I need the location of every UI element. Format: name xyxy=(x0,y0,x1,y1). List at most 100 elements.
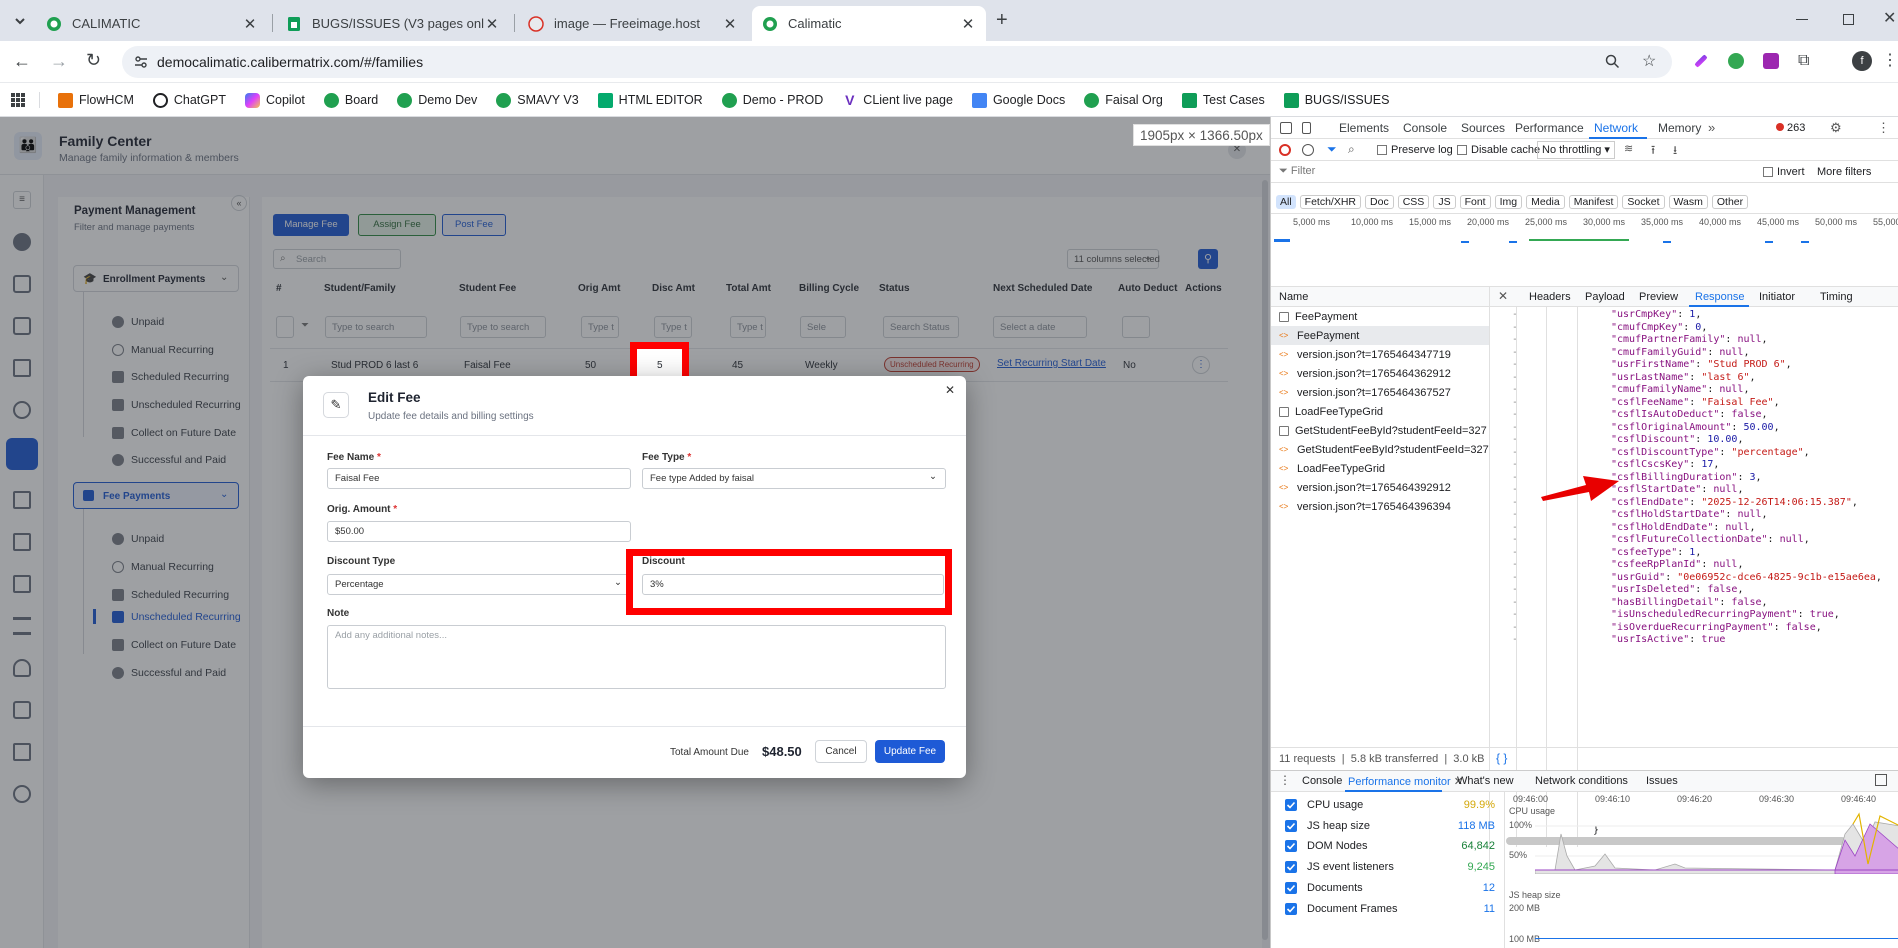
close-modal-icon[interactable]: ✕ xyxy=(945,383,955,397)
bookmark-client-live[interactable]: V CLient live page xyxy=(842,92,953,108)
bookmark-smavy[interactable]: SMAVY V3 xyxy=(496,92,579,108)
drawer-tab-issues[interactable]: Issues xyxy=(1646,775,1678,787)
upload-icon[interactable]: ⭱ xyxy=(1651,141,1655,162)
type-filter-all[interactable]: All xyxy=(1276,195,1296,209)
detail-tab-payload[interactable]: Payload xyxy=(1585,291,1625,303)
drawer-tab-performance-monitor[interactable]: Performance monitor ✕ xyxy=(1348,775,1463,788)
request-row[interactable]: <> version.json?t=1765464362912 xyxy=(1271,364,1489,383)
bookmark-faisal-org[interactable]: Faisal Org xyxy=(1084,92,1163,108)
type-filter-wasm[interactable]: Wasm xyxy=(1668,195,1708,209)
metric-checkbox[interactable] xyxy=(1285,819,1297,832)
new-tab-button[interactable]: + xyxy=(996,9,1008,32)
drawer-tab-network-conditions[interactable]: Network conditions xyxy=(1535,775,1628,787)
dt-tab-performance[interactable]: Performance xyxy=(1515,121,1584,135)
metric-checkbox[interactable] xyxy=(1285,902,1297,915)
preserve-log-checkbox[interactable]: Preserve log xyxy=(1377,144,1453,156)
browser-tab-freeimage[interactable]: image — Freeimage.host ✕ xyxy=(518,6,748,41)
bookmark-copilot[interactable]: Copilot xyxy=(244,92,305,108)
bookmark-html-editor[interactable]: HTML EDITOR xyxy=(597,92,703,108)
dt-tab-console[interactable]: Console xyxy=(1403,121,1447,135)
record-icon[interactable] xyxy=(1279,144,1291,156)
type-filter-socket[interactable]: Socket xyxy=(1622,195,1665,209)
close-window-button[interactable]: ✕ xyxy=(1883,8,1896,28)
bookmark-demo-prod[interactable]: Demo - PROD xyxy=(721,92,823,108)
close-details-icon[interactable]: ✕ xyxy=(1498,289,1508,303)
error-count[interactable]: 263 xyxy=(1776,122,1805,134)
back-button[interactable]: ← xyxy=(13,51,31,72)
extension-purple-icon[interactable] xyxy=(1763,53,1779,69)
browser-tab-calimatic[interactable]: CALIMATIC ✕ xyxy=(36,6,268,41)
type-filter-js[interactable]: JS xyxy=(1433,195,1456,209)
bookmark-chatgpt[interactable]: ChatGPT xyxy=(152,92,226,108)
bookmark-demo-dev[interactable]: Demo Dev xyxy=(397,92,477,108)
request-row[interactable]: <> FeePayment xyxy=(1271,326,1489,345)
bookmark-board[interactable]: Board xyxy=(323,92,378,108)
close-tab-icon[interactable]: ✕ xyxy=(484,15,500,33)
omnibox[interactable]: democalimatic.calibermatrix.com/#/famili… xyxy=(122,46,1672,78)
note-textarea[interactable]: Add any additional notes... xyxy=(327,625,946,689)
site-info-icon[interactable] xyxy=(134,55,148,69)
metric-row[interactable]: CPU usage 99.9% xyxy=(1285,799,1495,811)
extension-pen-icon[interactable] xyxy=(1694,54,1708,68)
drawer-menu-icon[interactable]: ⋮ xyxy=(1279,773,1291,787)
invert-checkbox[interactable]: Invert xyxy=(1763,166,1805,178)
metric-row[interactable]: JS event listeners 9,245 xyxy=(1285,861,1495,874)
metric-checkbox[interactable] xyxy=(1285,861,1297,874)
bookmark-bugs[interactable]: BUGS/ISSUES xyxy=(1283,92,1389,108)
dt-tab-network[interactable]: Network xyxy=(1594,121,1638,135)
forward-button[interactable]: → xyxy=(50,51,68,72)
bookmark-star-icon[interactable]: ☆ xyxy=(1642,51,1656,71)
bookmark-google-docs[interactable]: Google Docs xyxy=(971,92,1065,108)
metric-row[interactable]: DOM Nodes 64,842 xyxy=(1285,840,1495,853)
extensions-puzzle-icon[interactable]: ⧉ xyxy=(1798,52,1809,70)
detail-tab-timing[interactable]: Timing xyxy=(1820,291,1853,303)
type-filter-css[interactable]: CSS xyxy=(1397,195,1430,209)
request-row[interactable]: <> version.json?t=1765464347719 xyxy=(1271,345,1489,364)
close-tab-icon[interactable]: ✕ xyxy=(722,15,738,33)
browser-tab-bugs[interactable]: BUGS/ISSUES (V3 pages only) - ✕ xyxy=(276,6,510,41)
metric-row[interactable]: Document Frames 11 xyxy=(1285,902,1495,915)
discount-input[interactable]: 3% xyxy=(642,574,944,595)
request-row[interactable]: LoadFeeTypeGrid xyxy=(1271,402,1489,421)
dt-tab-elements[interactable]: Elements xyxy=(1339,121,1389,135)
detail-tab-preview[interactable]: Preview xyxy=(1639,291,1678,303)
clear-icon[interactable] xyxy=(1302,144,1314,156)
drawer-tab-whats-new[interactable]: What's new xyxy=(1457,775,1514,787)
metric-row[interactable]: Documents 12 xyxy=(1285,881,1495,894)
restore-button[interactable] xyxy=(1843,14,1854,25)
type-filter-media[interactable]: Media xyxy=(1526,195,1565,209)
reload-button[interactable]: ↻ xyxy=(86,50,101,71)
apps-grid-icon[interactable] xyxy=(11,93,25,107)
pretty-print-icon[interactable]: { } xyxy=(1496,751,1507,765)
minimize-button[interactable] xyxy=(1796,19,1808,20)
close-tab-icon[interactable]: ✕ xyxy=(242,15,258,33)
search-icon[interactable]: ⌕ xyxy=(1348,142,1355,157)
disable-cache-checkbox[interactable]: Disable cache xyxy=(1457,144,1540,156)
dt-tab-memory[interactable]: Memory xyxy=(1658,121,1701,135)
request-row[interactable]: FeePayment xyxy=(1271,307,1489,326)
detail-tab-initiator[interactable]: Initiator xyxy=(1759,291,1795,303)
request-row[interactable]: <> version.json?t=1765464367527 xyxy=(1271,383,1489,402)
type-filter-fetch[interactable]: Fetch/XHR xyxy=(1299,195,1362,209)
name-column-header[interactable]: Name xyxy=(1279,291,1308,303)
metric-row[interactable]: JS heap size 118 MB xyxy=(1285,819,1495,832)
metric-checkbox[interactable] xyxy=(1285,881,1297,894)
devtools-menu-icon[interactable]: ⋮ xyxy=(1877,120,1890,136)
network-overview[interactable]: 5,000 ms 10,000 ms 15,000 ms 20,000 ms 2… xyxy=(1271,213,1898,287)
throttling-select[interactable]: No throttling ▾ xyxy=(1537,141,1615,159)
discount-type-select[interactable]: Percentage ⌄ xyxy=(327,574,631,595)
browser-tab-calimatic-active[interactable]: Calimatic ✕ xyxy=(752,6,986,41)
settings-gear-icon[interactable]: ⚙ xyxy=(1830,120,1842,136)
filter-input[interactable]: ⏷ Filter xyxy=(1279,165,1315,178)
type-filter-doc[interactable]: Doc xyxy=(1365,195,1394,209)
request-row[interactable]: GetStudentFeeById?studentFeeId=327 xyxy=(1271,421,1489,440)
browser-menu-icon[interactable]: ⋮ xyxy=(1882,50,1898,70)
update-fee-button[interactable]: Update Fee xyxy=(875,740,945,763)
bookmark-test-cases[interactable]: Test Cases xyxy=(1181,92,1265,108)
drawer-tab-console[interactable]: Console xyxy=(1302,775,1342,787)
metric-checkbox[interactable] xyxy=(1285,840,1297,853)
inspect-icon[interactable] xyxy=(1280,122,1292,134)
device-toggle-icon[interactable] xyxy=(1302,122,1311,134)
extension-bug-icon[interactable] xyxy=(1728,53,1744,69)
more-tabs-icon[interactable]: » xyxy=(1708,120,1715,135)
